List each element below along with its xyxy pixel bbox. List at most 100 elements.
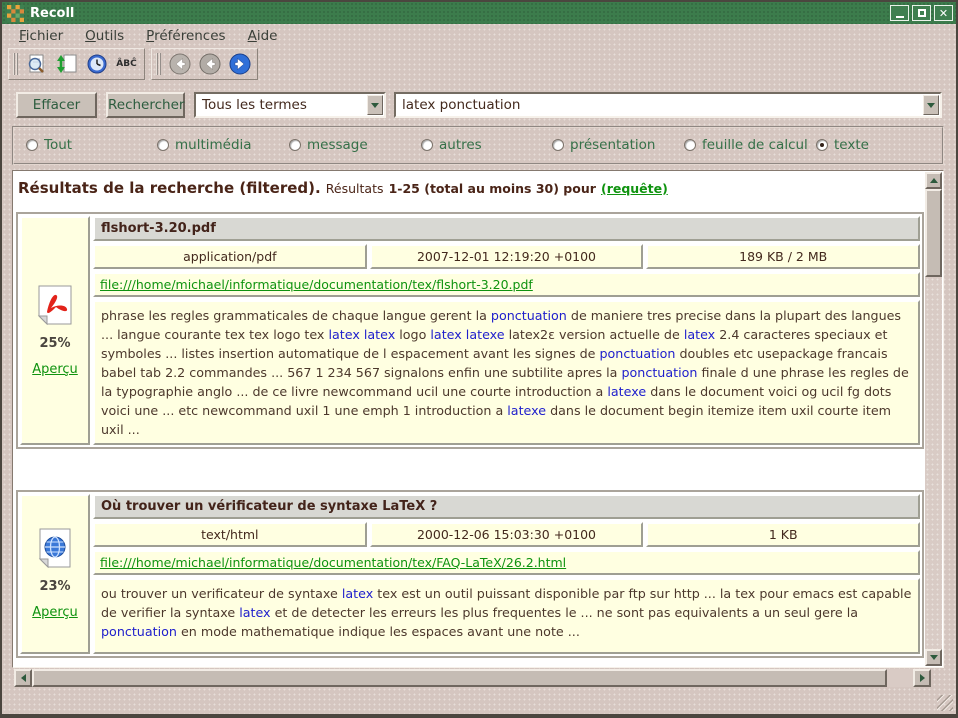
radio-presentation[interactable]: présentation xyxy=(552,137,655,153)
maximize-icon xyxy=(918,9,926,17)
chevron-down-icon xyxy=(927,103,935,108)
category-filter-frame: Tout multimédia message autres présentat… xyxy=(12,126,944,165)
arrow-left-circle-icon xyxy=(168,52,192,76)
result-url-link[interactable]: file:///home/michael/informatique/docume… xyxy=(100,555,566,570)
results-title: Résultats de la recherche (filtered). xyxy=(18,179,321,197)
preview-link[interactable]: Aperçu xyxy=(32,362,78,377)
sort-by-date-button[interactable] xyxy=(83,51,110,77)
next-page-button[interactable] xyxy=(226,51,253,77)
search-mode-value: Tous les termes xyxy=(196,97,367,113)
scroll-up-button[interactable] xyxy=(925,172,942,189)
radio-multimedia[interactable]: multimédia xyxy=(157,137,252,153)
result-title[interactable]: flshort-3.20.pdf xyxy=(93,216,920,241)
close-button[interactable]: ✕ xyxy=(934,5,953,21)
chevron-down-icon xyxy=(371,103,379,108)
menu-preferences[interactable]: Préférences xyxy=(137,26,234,46)
results-header: Résultats de la recherche (filtered). Ré… xyxy=(18,178,668,197)
radio-icon xyxy=(552,139,564,151)
term-explorer-button[interactable]: ÂBĈ xyxy=(113,51,140,77)
menu-outils[interactable]: Outils xyxy=(76,26,133,46)
result-date: 2000-12-06 15:03:30 +0100 xyxy=(370,522,644,547)
search-input[interactable] xyxy=(396,97,923,113)
minimize-icon xyxy=(896,16,904,18)
clock-icon xyxy=(86,53,108,75)
window-title: Recoll xyxy=(30,6,887,21)
menu-fichier[interactable]: Fichier xyxy=(10,26,72,46)
arrow-up-icon xyxy=(930,178,938,183)
relevance-percent: 25% xyxy=(39,336,70,351)
toolbar-handle[interactable] xyxy=(156,53,161,75)
result-1-side-panel: 25% Aperçu xyxy=(20,216,90,445)
radio-texte[interactable]: texte xyxy=(816,137,869,153)
result-mime-type: text/html xyxy=(93,522,367,547)
minimize-button[interactable] xyxy=(890,5,909,21)
recoll-app-icon xyxy=(7,5,24,22)
result-date: 2007-12-01 12:19:20 +0100 xyxy=(370,244,644,269)
recoll-window: Recoll ✕ Fichier Outils Préférences Aide xyxy=(0,0,958,718)
radio-message[interactable]: message xyxy=(289,137,368,153)
result-title[interactable]: Où trouver un vérificateur de syntaxe La… xyxy=(93,494,920,519)
result-1-main: flshort-3.20.pdf application/pdf 2007-12… xyxy=(93,216,920,445)
abc-spell-icon: ÂBĈ xyxy=(116,59,136,69)
search-mode-combobox[interactable]: Tous les termes xyxy=(194,92,386,118)
preview-document-button[interactable] xyxy=(23,51,50,77)
search-button[interactable]: Rechercher xyxy=(106,92,185,118)
result-2-main: Où trouver un vérificateur de syntaxe La… xyxy=(93,494,920,654)
vertical-scrollbar-thumb[interactable] xyxy=(925,189,942,277)
scroll-left-button[interactable] xyxy=(14,669,32,687)
menu-aide[interactable]: Aide xyxy=(239,26,287,46)
pdf-file-icon xyxy=(37,285,73,325)
toolbar-handle[interactable] xyxy=(13,53,18,75)
radio-tout[interactable]: Tout xyxy=(26,137,72,153)
scroll-right-button[interactable] xyxy=(913,669,931,687)
result-meta-row: text/html 2000-12-06 15:03:30 +0100 1 KB xyxy=(93,522,920,547)
scroll-down-button[interactable] xyxy=(925,649,942,666)
clear-button[interactable]: Effacer xyxy=(16,92,97,118)
results-count-range: 1-25 (total au moins 30) pour xyxy=(389,181,596,196)
document-magnifier-icon xyxy=(26,53,48,75)
sort-parameters-button[interactable] xyxy=(53,51,80,77)
radio-icon xyxy=(421,139,433,151)
radio-autres[interactable]: autres xyxy=(421,137,482,153)
result-url-link[interactable]: file:///home/michael/informatique/docume… xyxy=(100,277,533,292)
results-count-prefix: Résultats xyxy=(326,181,384,196)
result-meta-row: application/pdf 2007-12-01 12:19:20 +010… xyxy=(93,244,920,269)
result-mime-type: application/pdf xyxy=(93,244,367,269)
arrow-right-circle-icon xyxy=(228,52,252,76)
preview-link[interactable]: Aperçu xyxy=(32,605,78,620)
html-file-icon xyxy=(37,528,73,568)
previous-page-button[interactable] xyxy=(196,51,223,77)
vertical-scrollbar[interactable] xyxy=(925,172,942,666)
horizontal-scrollbar-thumb[interactable] xyxy=(32,669,887,687)
combobox-arrow-button[interactable] xyxy=(923,95,939,115)
result-snippet: ou trouver un verificateur de syntaxe la… xyxy=(93,578,920,654)
arrow-right-icon xyxy=(920,674,925,682)
result-item-1: 25% Aperçu flshort-3.20.pdf application/… xyxy=(16,212,924,449)
radio-icon xyxy=(289,139,301,151)
radio-icon xyxy=(684,139,696,151)
radio-icon xyxy=(26,139,38,151)
result-size: 189 KB / 2 MB xyxy=(646,244,920,269)
arrow-down-icon xyxy=(930,655,938,660)
query-link[interactable]: (requête) xyxy=(601,181,668,196)
toolbar-group-tools: ÂBĈ xyxy=(8,48,145,80)
toolbar: ÂBĈ xyxy=(2,47,956,81)
results-panel: Résultats de la recherche (filtered). Ré… xyxy=(12,170,944,668)
document-sort-arrows-icon xyxy=(56,53,78,75)
menu-bar: Fichier Outils Préférences Aide xyxy=(2,24,956,47)
radio-icon xyxy=(816,139,828,151)
arrow-left-circle-icon xyxy=(198,52,222,76)
toolbar-group-navigation xyxy=(151,48,258,80)
radio-feuille-de-calcul[interactable]: feuille de calcul xyxy=(684,137,808,153)
window-resize-grip[interactable] xyxy=(937,695,953,711)
result-snippet: phrase les regles grammaticales de chaqu… xyxy=(93,300,920,445)
first-page-button[interactable] xyxy=(166,51,193,77)
close-icon: ✕ xyxy=(939,8,948,19)
result-2-side-panel: 23% Aperçu xyxy=(20,494,90,654)
combobox-arrow-button[interactable] xyxy=(367,95,383,115)
maximize-button[interactable] xyxy=(912,5,931,21)
relevance-percent: 23% xyxy=(39,579,70,594)
result-item-2: 23% Aperçu Où trouver un vérificateur de… xyxy=(16,490,924,658)
result-size: 1 KB xyxy=(646,522,920,547)
horizontal-scrollbar[interactable] xyxy=(14,669,931,687)
